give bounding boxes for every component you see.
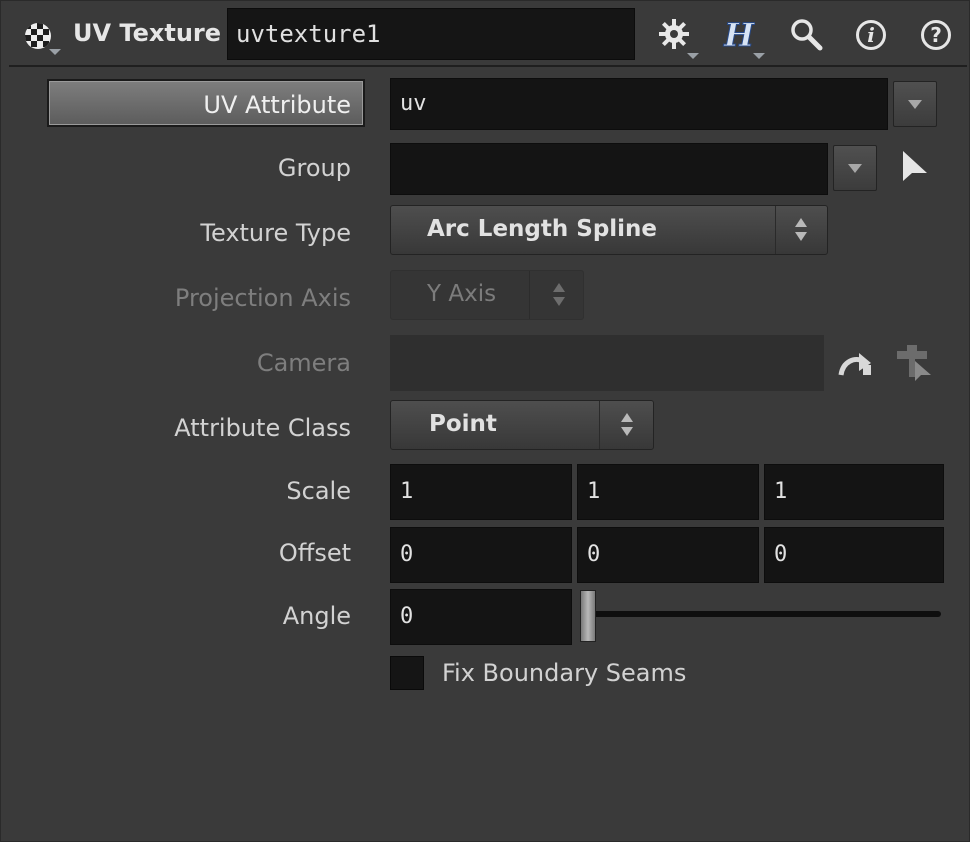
uv-attribute-field[interactable]: uv <box>390 78 888 130</box>
chevron-down-icon <box>753 53 765 59</box>
texture-type-label: Texture Type <box>200 219 351 247</box>
fix-boundary-seams-label: Fix Boundary Seams <box>442 659 687 687</box>
projection-axis-menu[interactable]: Y Axis <box>390 270 584 320</box>
offset-z-field[interactable]: 0 <box>764 527 944 583</box>
parameter-panel: UV Texture uvtexture1 H i ? UV Attribute… <box>0 0 970 842</box>
fix-boundary-seams-checkbox[interactable] <box>390 656 424 690</box>
gear-icon[interactable] <box>657 17 699 59</box>
projection-axis-value: Y Axis <box>427 281 497 307</box>
scale-label: Scale <box>286 477 351 505</box>
updown-arrows-icon <box>551 283 567 307</box>
node-name-field[interactable]: uvtexture1 <box>227 8 635 60</box>
houdini-help-icon[interactable]: H <box>721 16 765 59</box>
angle-slider-track[interactable] <box>591 611 941 617</box>
projection-axis-label: Projection Axis <box>174 284 351 312</box>
camera-field[interactable] <box>390 335 824 391</box>
angle-label: Angle <box>282 602 351 630</box>
cursor-select-icon[interactable] <box>899 149 931 187</box>
group-field[interactable] <box>390 143 828 195</box>
scale-x-field[interactable]: 1 <box>390 464 572 520</box>
svg-text:H: H <box>723 17 755 51</box>
operator-chooser-icon[interactable] <box>893 343 935 383</box>
question-icon[interactable]: ? <box>921 20 951 50</box>
search-icon[interactable] <box>789 17 823 51</box>
info-icon[interactable]: i <box>856 20 886 50</box>
attribute-class-menu[interactable]: Point <box>390 400 654 450</box>
group-label: Group <box>277 154 351 182</box>
node-type-title: UV Texture <box>73 19 222 47</box>
camera-label: Camera <box>256 349 351 377</box>
uv-attribute-label-button[interactable]: UV Attribute <box>47 79 365 127</box>
offset-y-field[interactable]: 0 <box>577 527 759 583</box>
updown-arrows-icon <box>619 413 635 437</box>
offset-label: Offset <box>278 539 351 567</box>
scale-y-field[interactable]: 1 <box>577 464 759 520</box>
checker-icon[interactable] <box>23 21 61 55</box>
header-divider <box>9 65 967 67</box>
attribute-class-value: Point <box>429 411 497 437</box>
texture-type-menu[interactable]: Arc Length Spline <box>390 205 828 255</box>
group-dropdown-button[interactable] <box>833 145 877 191</box>
updown-arrows-icon <box>793 218 809 242</box>
jump-to-operator-icon[interactable] <box>837 349 873 379</box>
attribute-class-label: Attribute Class <box>174 414 351 442</box>
chevron-down-icon <box>49 49 61 55</box>
angle-field[interactable]: 0 <box>390 589 572 645</box>
chevron-down-icon <box>687 53 699 59</box>
scale-z-field[interactable]: 1 <box>764 464 944 520</box>
uv-attribute-label: UV Attribute <box>203 91 351 119</box>
texture-type-value: Arc Length Spline <box>427 216 658 242</box>
angle-slider-handle[interactable] <box>580 590 596 642</box>
offset-x-field[interactable]: 0 <box>390 527 572 583</box>
uv-attribute-dropdown-button[interactable] <box>893 81 937 127</box>
